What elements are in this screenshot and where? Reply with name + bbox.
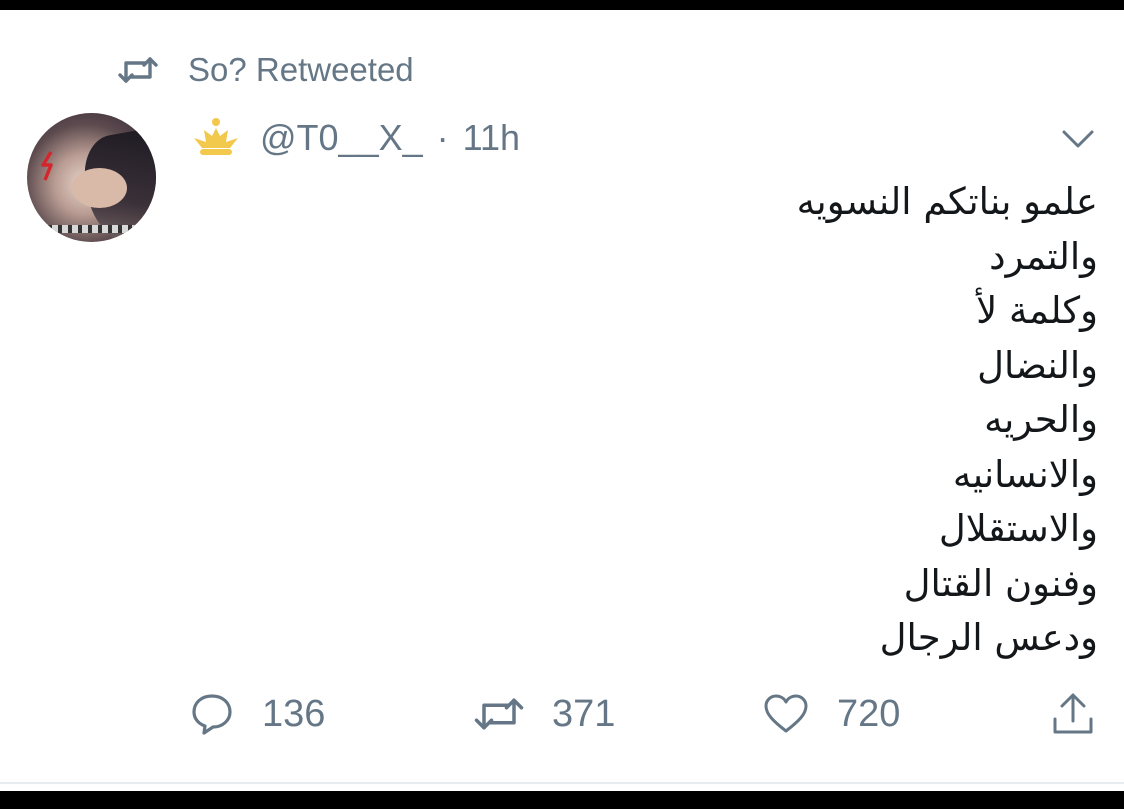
retweet-button[interactable]: 371: [474, 686, 615, 742]
share-button[interactable]: [1050, 686, 1124, 742]
tweet-text: علمو بناتكم النسويه والتمرد وكلمة لأ وال…: [498, 175, 1098, 666]
retweet-icon: [474, 698, 524, 730]
tweet-time[interactable]: 11h: [463, 117, 520, 159]
retweet-icon: [118, 57, 158, 83]
bottom-black-bar: [0, 791, 1124, 809]
tweet-text-line: وكلمة لأ: [976, 289, 1098, 332]
user-handle[interactable]: @T0__X_: [260, 117, 423, 159]
like-count: 720: [837, 692, 901, 735]
tweet-text-line: والحريه: [984, 398, 1098, 441]
reply-button[interactable]: 136: [190, 686, 325, 742]
divider: [0, 782, 1124, 784]
retweet-context-text: So? Retweeted: [188, 51, 414, 88]
tweet-text-line: والانسانيه: [952, 452, 1098, 496]
heart-icon: [764, 694, 808, 733]
retweet-count: 371: [552, 692, 616, 735]
retweet-context[interactable]: So? Retweeted: [118, 50, 414, 90]
tweet-text-line: والنضال: [977, 343, 1098, 387]
share-icon: [1053, 693, 1093, 734]
tweet-text-line: والتمرد: [989, 234, 1098, 278]
crown-badge-icon: [194, 118, 238, 155]
like-button[interactable]: 720: [763, 686, 900, 742]
tweet-text-line: والاستقلال: [938, 507, 1098, 550]
tweet-actions: 136 371 720: [0, 686, 1124, 742]
avatar-beads: [42, 225, 142, 233]
tweet-text-line: وفنون القتال: [903, 561, 1098, 605]
reply-count: 136: [262, 692, 326, 735]
tweet-text-line: ودعس الرجال: [879, 616, 1098, 659]
reply-icon: [192, 694, 232, 735]
separator-dot: ·: [436, 117, 449, 158]
tweet-header: @T0__X_ · 11h: [190, 114, 520, 162]
top-black-bar: [0, 0, 1124, 10]
lightning-icon: [41, 151, 53, 181]
avatar-hand: [72, 168, 127, 208]
chevron-down-icon[interactable]: [1060, 124, 1096, 152]
avatar[interactable]: [27, 113, 156, 242]
tweet-text-line: علمو بناتكم النسويه: [796, 180, 1098, 223]
